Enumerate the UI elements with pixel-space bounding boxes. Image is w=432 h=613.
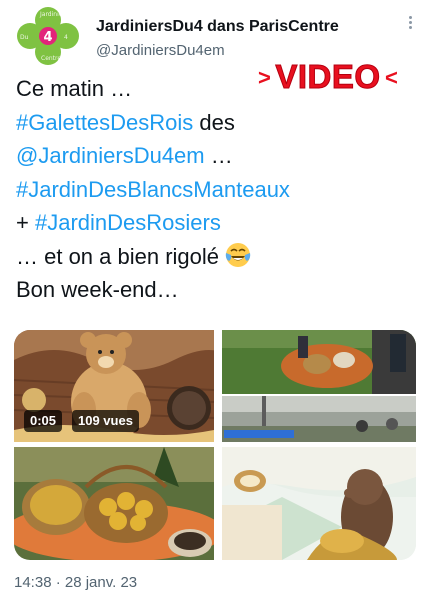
avatar[interactable]: Jardiniers Du 4 Centre 4 [14,6,82,66]
video-views-badge: 109 vues [72,410,139,432]
tweet-line: #JardinDesBlancsManteaux [16,173,416,207]
tweet-line-text: des [193,109,235,135]
tweet-text: Ce matin … #GalettesDesRois des @Jardini… [16,72,416,307]
photo-tile[interactable] [14,447,214,560]
svg-text:Du: Du [20,34,29,41]
hashtag-link[interactable]: #JardinDesRosiers [35,210,221,235]
more-options-icon[interactable] [402,14,418,34]
tweet-header: Jardiniers Du 4 Centre 4 JardiniersDu4 d… [14,6,418,65]
hashtag-link[interactable]: #GalettesDesRois [16,110,193,135]
photo-tile[interactable] [222,330,416,394]
photo-image [222,396,416,442]
tweet-line-text: … et on a bien rigolé [16,243,220,269]
tweet-line-prefix: + [16,210,35,235]
svg-text:Centre: Centre [41,55,61,62]
photo-image [14,447,214,560]
tweet-line: + #JardinDesRosiers [16,206,416,240]
photo-tile[interactable] [222,396,416,442]
tweet-line-text: Bon week-end… [16,277,179,302]
svg-text:4: 4 [43,30,52,45]
video-duration-badge: 0:05 [24,410,63,432]
tweet-line-text: Ce matin … [16,76,133,101]
mention-link[interactable]: @JardiniersDu4em [16,143,205,168]
photo-tile[interactable] [222,447,416,560]
tweet-timestamp[interactable]: 14:38 · 28 janv. 23 [14,574,137,591]
photo-image [222,330,416,394]
tweet-line-text: … [204,143,233,168]
video-thumbnail[interactable]: 0:05 109 vues [14,330,214,442]
media-grid: 0:05 109 vues [14,330,416,560]
display-name[interactable]: JardiniersDu4 dans ParisCentre [96,18,339,36]
photo-image [222,447,416,560]
user-handle[interactable]: @JardiniersDu4em [96,42,225,59]
svg-text:Jardiniers: Jardiniers [39,11,68,18]
hashtag-link[interactable]: #JardinDesBlancsManteaux [16,177,290,202]
face-with-tears-of-joy-icon [225,242,251,267]
tweet-line: #GalettesDesRois des [16,106,416,140]
tweet-line: Ce matin … [16,72,416,106]
svg-text:4: 4 [64,34,68,41]
tweet-line: Bon week-end… [16,273,416,307]
tweet-line: @JardiniersDu4em … [16,139,416,173]
tweet-line: … et on a bien rigolé [16,240,416,274]
